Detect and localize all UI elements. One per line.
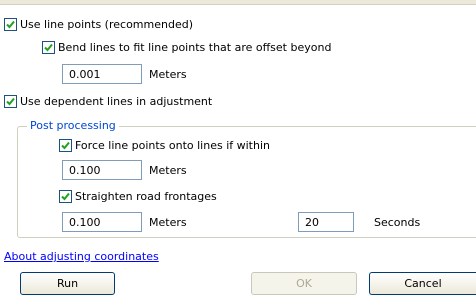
checkmark-icon <box>61 141 70 150</box>
straighten-label: Straighten road frontages <box>75 190 217 203</box>
force-line-points-checkbox[interactable] <box>59 139 72 152</box>
post-processing-title: Post processing <box>27 119 119 133</box>
use-line-points-label: Use line points (recommended) <box>20 18 193 31</box>
checkmark-icon <box>6 97 15 106</box>
straighten-checkbox[interactable] <box>59 190 72 203</box>
force-distance-unit: Meters <box>149 164 187 177</box>
straighten-distance-input[interactable]: 0.100 <box>62 212 142 232</box>
use-dependent-lines-label: Use dependent lines in adjustment <box>20 95 213 108</box>
checkmark-icon <box>6 20 15 29</box>
use-line-points-checkbox[interactable] <box>4 18 17 31</box>
bend-offset-unit: Meters <box>149 68 187 81</box>
use-dependent-lines-row[interactable]: Use dependent lines in adjustment <box>4 95 212 108</box>
ok-button[interactable]: OK <box>251 272 357 295</box>
straighten-seconds-input[interactable]: 20 <box>298 212 354 232</box>
bend-lines-checkbox[interactable] <box>42 41 55 54</box>
bend-lines-row[interactable]: Bend lines to fit line points that are o… <box>42 41 331 54</box>
force-line-points-label: Force line points onto lines if within <box>75 139 270 152</box>
straighten-seconds-unit: Seconds <box>374 216 421 229</box>
force-distance-input[interactable]: 0.100 <box>62 160 142 180</box>
bend-lines-label: Bend lines to fit line points that are o… <box>58 41 332 54</box>
use-line-points-row[interactable]: Use line points (recommended) <box>4 18 193 31</box>
dialog-top-edge <box>0 0 476 5</box>
checkmark-icon <box>61 192 70 201</box>
about-adjusting-link[interactable]: About adjusting coordinates <box>4 250 159 264</box>
straighten-distance-unit: Meters <box>149 216 187 229</box>
checkmark-icon <box>44 43 53 52</box>
cancel-button[interactable]: Cancel <box>369 272 476 295</box>
use-dependent-lines-checkbox[interactable] <box>4 95 17 108</box>
bend-offset-input[interactable]: 0.001 <box>62 64 142 84</box>
straighten-row[interactable]: Straighten road frontages <box>59 190 217 203</box>
run-button[interactable]: Run <box>20 272 115 295</box>
force-line-points-row[interactable]: Force line points onto lines if within <box>59 139 270 152</box>
